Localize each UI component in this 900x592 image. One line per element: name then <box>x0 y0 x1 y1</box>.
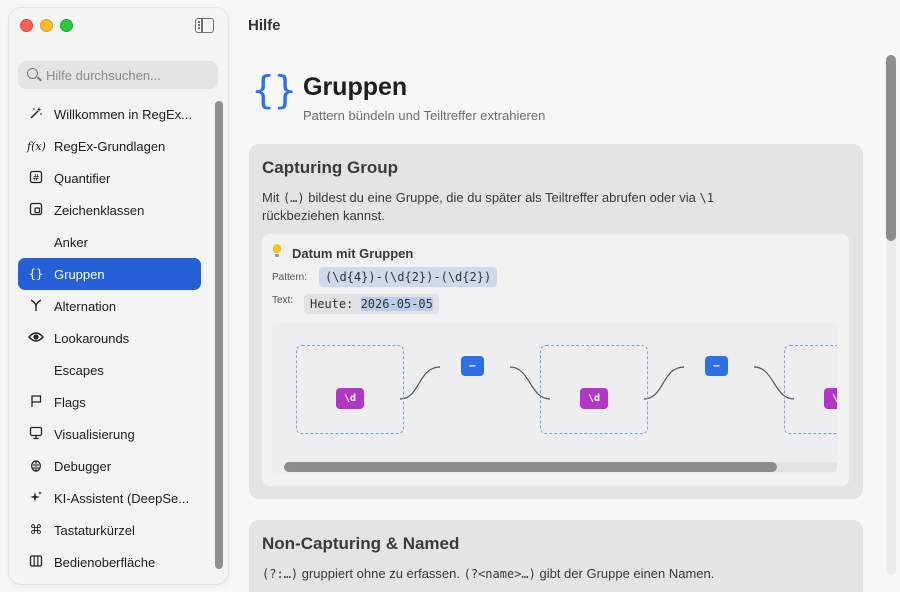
close-window-button[interactable] <box>20 19 33 32</box>
pattern-code: (\d{4})-(\d{2})-(\d{2}) <box>319 267 498 287</box>
sidebar-item-label: Flags <box>54 394 86 410</box>
sidebar-item-willkommen[interactable]: Willkommen in RegEx... <box>18 98 201 130</box>
braces-icon: {} <box>251 68 297 112</box>
flag-icon <box>27 394 45 411</box>
sidebar-item-ki-assistent[interactable]: KI-Assistent (DeepSe... <box>18 482 201 514</box>
digit-token: \d <box>580 388 608 409</box>
text: bildest du eine Gruppe, die du später al… <box>304 190 700 205</box>
zoom-window-button[interactable] <box>60 19 73 32</box>
example-box: Datum mit Gruppen Pattern: (\d{4})-(\d{2… <box>262 234 849 486</box>
sidebar-item-escapes[interactable]: Escapes <box>18 354 201 386</box>
example-title: Datum mit Gruppen <box>292 246 414 261</box>
sidebar-scrollbar[interactable] <box>215 101 223 569</box>
braces-icon: {} <box>28 267 44 281</box>
sparkles-icon <box>27 490 45 507</box>
sidebar-item-label: Bedienoberfläche <box>54 554 156 570</box>
sidebar-item-label: Debugger <box>54 458 112 474</box>
text: Mit <box>262 190 283 205</box>
sidebar: Willkommen in RegEx... f(x) RegEx-Grundl… <box>9 8 228 584</box>
card-description: (?:…) gruppiert ohne zu erfassen. (?<nam… <box>262 565 852 583</box>
text: rückbeziehen kannst. <box>262 208 385 223</box>
layout-icon <box>27 554 45 571</box>
sidebar-item-flags[interactable]: Flags <box>18 386 201 418</box>
text: gibt der Gruppe einen Namen. <box>535 566 715 581</box>
sidebar-item-label: Lookarounds <box>54 330 130 346</box>
non-capturing-card: Non-Capturing & Named (?:…) gruppiert oh… <box>249 520 863 592</box>
number-square-icon: # <box>27 170 45 187</box>
sidebar-item-label: Willkommen in RegEx... <box>54 106 192 122</box>
ladybug-icon <box>27 458 45 475</box>
digit-token: \d <box>824 388 837 409</box>
sidebar-item-label: KI-Assistent (DeepSe... <box>54 490 190 506</box>
text: gruppiert ohne zu erfassen. <box>298 566 464 581</box>
sparkle-wand-icon <box>27 106 45 123</box>
sidebar-item-debugger[interactable]: Debugger <box>18 450 201 482</box>
monitor-icon <box>27 426 45 443</box>
command-icon: ⌘ <box>29 522 43 538</box>
sidebar-item-label: Quantifier <box>54 170 111 186</box>
search-field[interactable] <box>18 61 218 89</box>
card-title: Non-Capturing & Named <box>262 534 460 553</box>
sidebar-item-anker[interactable]: Anker <box>18 226 201 258</box>
text-prefix: Heute: <box>310 297 361 311</box>
match-highlight: 2026-05-05 <box>360 297 433 311</box>
function-icon: f(x) <box>27 139 46 153</box>
sidebar-item-quantifier[interactable]: # Quantifier <box>18 162 201 194</box>
svg-text:#: # <box>32 173 40 183</box>
sidebar-item-label: Gruppen <box>54 266 105 282</box>
text-label: Text: <box>272 295 294 306</box>
diagram-scrollbar[interactable] <box>284 462 777 472</box>
search-input[interactable] <box>46 65 211 85</box>
page-title: Gruppen <box>303 73 408 101</box>
regex-diagram[interactable]: \d – \d – \d <box>272 322 837 474</box>
sidebar-item-label: Alternation <box>54 298 117 314</box>
sidebar-item-zeichenklassen[interactable]: Zeichenklassen <box>18 194 201 226</box>
sidebar-item-visualisierung[interactable]: Visualisierung <box>18 418 201 450</box>
main-scrollbar[interactable] <box>886 55 896 241</box>
dash-token: – <box>705 356 728 376</box>
character-class-icon <box>27 202 45 219</box>
card-title: Capturing Group <box>262 158 398 177</box>
pattern-label: Pattern: <box>272 272 308 283</box>
sidebar-item-label: Visualisierung <box>54 426 135 442</box>
inline-code: (?<name>…) <box>463 567 536 581</box>
sidebar-item-alternation[interactable]: Alternation <box>18 290 201 322</box>
branch-icon <box>27 298 45 315</box>
capturing-group-card: Capturing Group Mit (…) bildest du eine … <box>249 144 863 499</box>
sidebar-item-lookarounds[interactable]: Lookarounds <box>18 322 201 354</box>
eye-icon <box>27 331 45 346</box>
card-description: Mit (…) bildest du eine Gruppe, die du s… <box>262 189 852 224</box>
sidebar-item-tastaturkuerzel[interactable]: ⌘ Tastaturkürzel <box>18 514 201 546</box>
minimize-window-button[interactable] <box>40 19 53 32</box>
help-window: Willkommen in RegEx... f(x) RegEx-Grundl… <box>0 0 900 592</box>
sidebar-item-bedienoberflaeche[interactable]: Bedienoberfläche <box>18 546 201 578</box>
sidebar-item-label: Zeichenklassen <box>54 202 145 218</box>
page-subtitle: Pattern bündeln und Teiltreffer extrahie… <box>303 108 546 123</box>
inline-code: (…) <box>282 191 305 205</box>
lightbulb-icon <box>272 244 282 258</box>
sidebar-nav: Willkommen in RegEx... f(x) RegEx-Grundl… <box>18 98 201 578</box>
sidebar-item-label: Escapes <box>54 362 104 378</box>
inline-code: (?:…) <box>262 567 299 581</box>
sidebar-item-gruppen[interactable]: {} Gruppen <box>18 258 201 290</box>
sample-text: Heute: 2026-05-05 <box>304 294 439 314</box>
search-icon <box>27 68 38 79</box>
dash-token: – <box>461 356 484 376</box>
sidebar-item-label: Tastaturkürzel <box>54 522 135 538</box>
inline-code: \1 <box>699 191 714 205</box>
window-title: Hilfe <box>248 17 281 34</box>
sidebar-item-label: Anker <box>54 234 88 250</box>
digit-token: \d <box>336 388 364 409</box>
sidebar-item-grundlagen[interactable]: f(x) RegEx-Grundlagen <box>18 130 201 162</box>
sidebar-item-label: RegEx-Grundlagen <box>54 138 166 154</box>
sidebar-toggle-icon[interactable] <box>195 18 214 33</box>
